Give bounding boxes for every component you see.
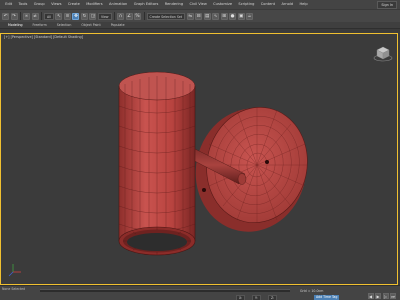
rotate-icon[interactable]: ↻ <box>80 12 88 20</box>
render-icon[interactable]: ☕ <box>246 12 254 20</box>
3d-scene <box>8 71 308 277</box>
cylinder-shade <box>118 71 196 256</box>
menu-item-content[interactable]: Content <box>258 0 279 9</box>
menu-item-edit[interactable]: Edit <box>2 0 15 9</box>
x-coordinate-field[interactable]: X: <box>236 295 246 300</box>
z-coordinate-field[interactable]: Z: <box>268 295 278 300</box>
menu-item-customize[interactable]: Customize <box>210 0 235 9</box>
menu-item-create[interactable]: Create <box>65 0 83 9</box>
menu-item-civil-view[interactable]: Civil View <box>186 0 210 9</box>
unlink-icon[interactable]: ≠ <box>31 12 39 20</box>
menu-item-rendering[interactable]: Rendering <box>162 0 187 9</box>
selection-filter-dropdown[interactable]: All <box>44 12 54 20</box>
menu-item-views[interactable]: Views <box>48 0 65 9</box>
menu-item-animation[interactable]: Animation <box>106 0 131 9</box>
select-icon[interactable]: ↖ <box>55 12 63 20</box>
menu-item-scripting[interactable]: Scripting <box>235 0 257 9</box>
play-icon[interactable]: ▶ <box>375 293 381 299</box>
menu-item-help[interactable]: Help <box>296 0 311 9</box>
tab-selection[interactable]: Selection <box>53 22 76 29</box>
wall-plate <box>195 107 308 232</box>
move-icon[interactable]: ✥ <box>72 12 80 20</box>
perspective-viewport[interactable]: [+] [Perspective] [Standard] [Default Sh… <box>0 33 398 285</box>
toolbar-divider <box>20 12 21 20</box>
tab-object-paint[interactable]: Object Paint <box>77 22 104 29</box>
sign-in-button[interactable]: Sign In <box>377 0 397 9</box>
tab-modeling[interactable]: Modeling <box>4 22 27 29</box>
percent-snap-icon[interactable]: % <box>134 12 142 20</box>
next-frame-icon[interactable]: ▷ <box>382 293 389 299</box>
select-name-icon[interactable]: ≡ <box>63 12 71 20</box>
align-icon[interactable]: ⊟ <box>195 12 203 20</box>
add-time-tag-button[interactable]: Add Time Tag <box>314 295 340 300</box>
render-setup-icon[interactable]: ▣ <box>237 12 245 20</box>
toolbar-divider <box>143 12 145 20</box>
y-coordinate-field[interactable]: Y: <box>252 295 261 300</box>
snap-icon[interactable]: ∩ <box>117 12 125 20</box>
redo-icon[interactable]: ↷ <box>10 12 18 20</box>
toolbar-divider <box>114 12 115 20</box>
material-editor-icon[interactable]: ● <box>229 12 237 20</box>
tab-freeform[interactable]: Freeform <box>29 22 51 29</box>
undo-icon[interactable]: ↶ <box>2 12 9 20</box>
end-icon[interactable]: ⏭ <box>390 293 396 299</box>
selection-status: None Selected <box>2 287 26 291</box>
menu-bar: Edit Tools Group Views Create Modifiers … <box>0 0 400 9</box>
toolbar-divider <box>41 12 42 20</box>
curve-editor-icon[interactable]: ∿ <box>212 12 220 20</box>
main-toolbar: ↶ ↷ ∞ ≠ All ↖ ≡ ✥ ↻ ◲ View ∩ ∠ % Create … <box>0 9 400 22</box>
menu-right-group: Sign In <box>377 0 400 9</box>
menu-item-arnold[interactable]: Arnold <box>278 0 296 9</box>
reference-coord-dropdown[interactable]: View <box>97 12 112 20</box>
viewcube-icon[interactable] <box>373 44 393 64</box>
schematic-icon[interactable]: ⊞ <box>220 12 228 20</box>
tab-populate[interactable]: Populate <box>107 22 129 29</box>
grid-size-label: Grid = 10.0cm <box>300 289 324 293</box>
angle-snap-icon[interactable]: ∠ <box>125 12 133 20</box>
menu-item-tools[interactable]: Tools <box>15 0 30 9</box>
playback-controls: ◀ ▶ ▷ ⏭ <box>367 293 396 299</box>
mirror-icon[interactable]: ⇋ <box>186 12 194 20</box>
time-slider[interactable] <box>40 289 290 292</box>
scale-icon[interactable]: ◲ <box>89 12 97 20</box>
layer-icon[interactable]: ▤ <box>203 12 211 20</box>
menu-item-modifiers[interactable]: Modifiers <box>83 0 106 9</box>
selection-set-dropdown[interactable]: Create Selection Set <box>146 12 186 20</box>
menu-item-graph-editors[interactable]: Graph Editors <box>131 0 162 9</box>
status-bar: None Selected X: Y: Z: Grid = 10.0cm Add… <box>0 285 400 300</box>
link-icon[interactable]: ∞ <box>23 12 30 20</box>
menu-item-group[interactable]: Group <box>31 0 48 9</box>
world-axis-tripod <box>8 264 21 277</box>
ribbon-tabs: Modeling Freeform Selection Object Paint… <box>0 22 400 29</box>
prev-frame-icon[interactable]: ◀ <box>367 293 374 299</box>
